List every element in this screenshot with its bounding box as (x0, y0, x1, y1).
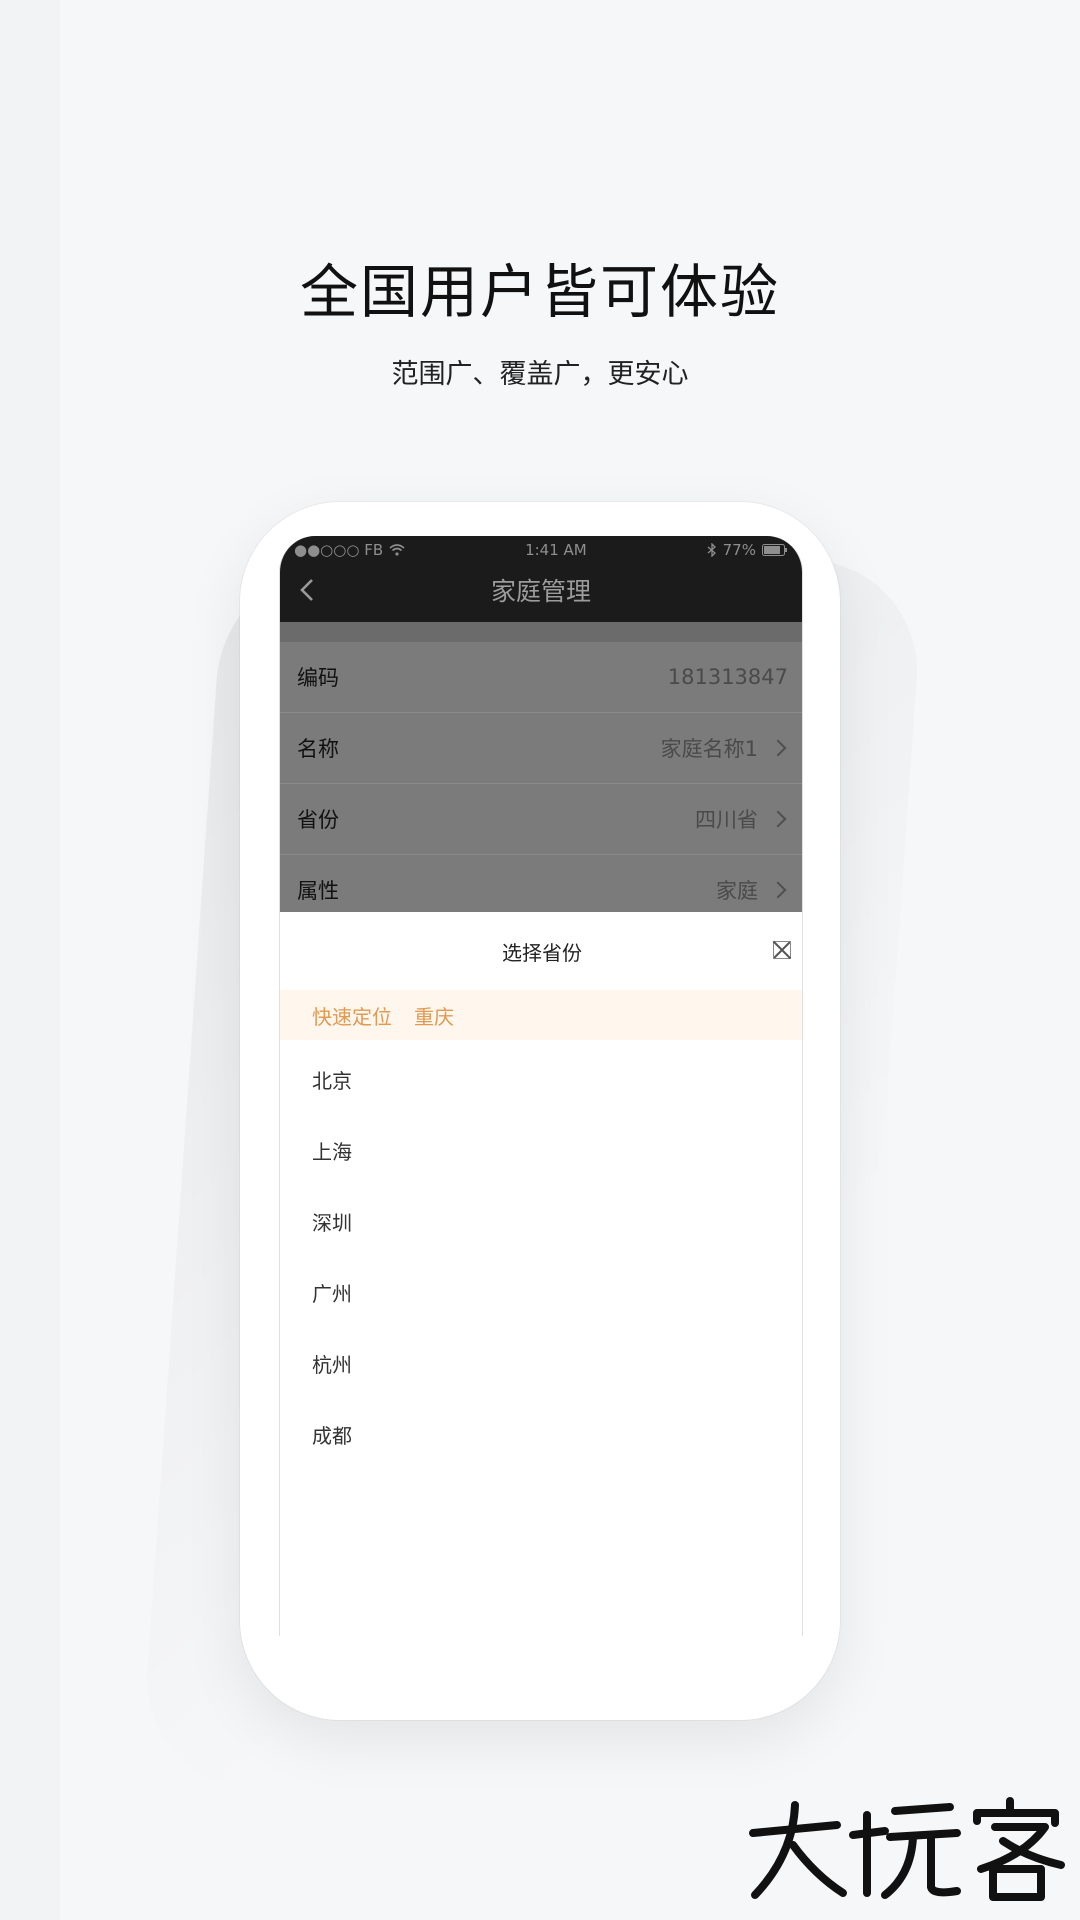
row-value: 四川省 (695, 808, 758, 832)
chevron-left-icon[interactable] (294, 576, 322, 604)
row-label: 属性 (297, 879, 339, 903)
row-label: 省份 (297, 808, 339, 832)
phone-screen: ●●○○○ FB 1:41 AM 77% 家庭管理 编码 181313847 名… (279, 536, 803, 1636)
chevron-right-icon (769, 739, 787, 757)
wifi-icon (389, 544, 405, 556)
section-gap (280, 622, 802, 642)
list-item[interactable]: 杭州 (280, 1328, 802, 1399)
row-value: 181313847 (667, 665, 788, 689)
status-time: 1:41 AM (525, 541, 587, 559)
page-headline: 全国用户皆可体验 (299, 258, 780, 326)
row-province[interactable]: 省份 四川省 (280, 784, 802, 855)
battery-percent: 77% (722, 541, 756, 559)
row-name[interactable]: 名称 家庭名称1 (280, 713, 802, 784)
nav-title: 家庭管理 (490, 577, 591, 606)
list-item[interactable]: 上海 (280, 1115, 802, 1186)
chevron-right-icon (769, 881, 787, 899)
chevron-right-icon (769, 810, 787, 828)
row-label: 编码 (297, 666, 339, 690)
page-subheadline: 范围广、覆盖广，更安心 (391, 359, 689, 390)
carrier-label: ●●○○○ FB (294, 541, 384, 559)
province-picker-sheet: 选择省份 快速定位 重庆 北京 上海 深圳 广州 杭州 成都 (280, 912, 802, 1636)
quick-locate-value[interactable]: 重庆 (414, 1001, 454, 1030)
watermark-logo (749, 1797, 1065, 1901)
row-label: 名称 (297, 737, 339, 761)
quick-locate-label: 快速定位 (312, 1004, 392, 1029)
list-item[interactable]: 深圳 (280, 1186, 802, 1257)
row-value: 家庭 (716, 879, 758, 903)
navbar: 家庭管理 (280, 558, 802, 622)
list-item[interactable]: 成都 (280, 1399, 802, 1470)
status-bar: ●●○○○ FB 1:41 AM 77% (280, 536, 802, 559)
bluetooth-icon (707, 543, 716, 557)
province-list: 北京 上海 深圳 广州 杭州 成都 (280, 1040, 802, 1470)
row-value: 家庭名称1 (660, 737, 758, 761)
close-icon[interactable] (772, 940, 792, 960)
sheet-header: 选择省份 (280, 912, 802, 990)
sheet-title: 选择省份 (502, 940, 582, 965)
battery-icon (761, 544, 787, 556)
list-item[interactable]: 广州 (280, 1257, 802, 1328)
quick-locate-bar[interactable]: 快速定位 重庆 (280, 990, 802, 1040)
row-code: 编码 181313847 (280, 642, 802, 713)
list-item[interactable]: 北京 (280, 1044, 802, 1115)
